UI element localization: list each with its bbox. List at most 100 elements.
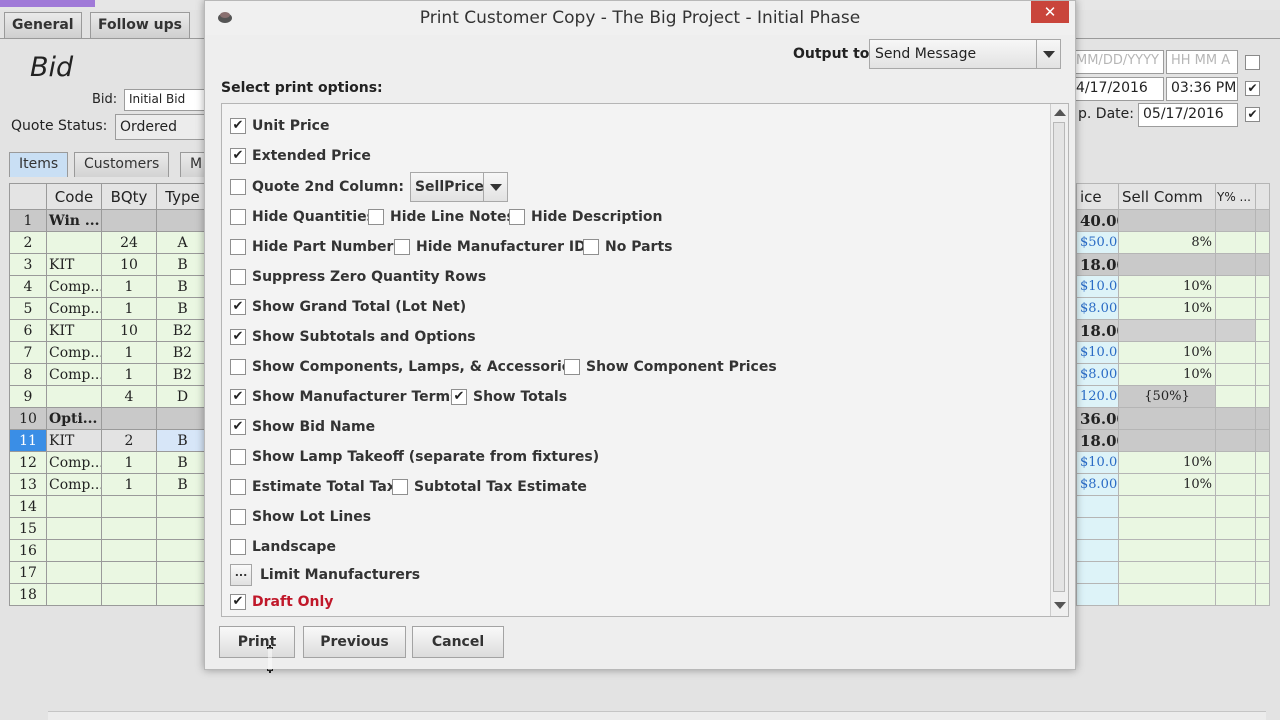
table-cell[interactable]: 24 <box>101 231 157 254</box>
table-cell[interactable] <box>1215 407 1256 430</box>
table-row[interactable]: 18.00 <box>1076 429 1270 452</box>
time-field[interactable]: HH MM A <box>1166 50 1238 74</box>
option-show-lot-lines[interactable]: Show Lot Lines <box>230 509 371 525</box>
table-cell[interactable]: KIT <box>46 253 102 276</box>
table-cell[interactable] <box>1255 253 1270 276</box>
option-show-components[interactable]: Show Components, Lamps, & Accessories <box>230 359 580 375</box>
table-cell[interactable] <box>1255 319 1270 342</box>
table-cell[interactable] <box>1076 561 1119 584</box>
table-cell[interactable] <box>1076 495 1119 518</box>
table-cell[interactable]: 10% <box>1118 297 1216 320</box>
unit-price-checkbox[interactable]: ✔ <box>230 118 246 134</box>
table-row[interactable]: $50.008% <box>1076 231 1270 254</box>
hide-line-notes-checkbox[interactable] <box>368 209 384 225</box>
table-row[interactable] <box>1076 495 1270 518</box>
table-cell[interactable]: B2 <box>156 341 209 364</box>
table-cell[interactable] <box>101 495 157 518</box>
table-cell[interactable] <box>1215 297 1256 320</box>
table-cell[interactable] <box>46 539 102 562</box>
close-button[interactable]: ✕ <box>1031 1 1069 23</box>
table-cell[interactable] <box>1255 407 1270 430</box>
table-cell[interactable]: Comp... <box>46 275 102 298</box>
table-cell[interactable] <box>1255 385 1270 408</box>
table-row[interactable] <box>1076 517 1270 540</box>
table-cell[interactable]: 18.00 <box>1076 253 1119 276</box>
table-cell[interactable] <box>46 583 102 606</box>
table-cell[interactable] <box>156 209 209 232</box>
table-row[interactable] <box>1076 583 1270 606</box>
chevron-down-icon[interactable] <box>1036 40 1060 68</box>
show-totals-checkbox[interactable]: ✔ <box>451 389 467 405</box>
cancel-button[interactable]: Cancel <box>412 626 504 658</box>
option-hide-manufacturer-ids[interactable]: Hide Manufacturer IDs <box>394 239 594 255</box>
table-cell[interactable] <box>1215 473 1256 496</box>
option-show-manufacturer-terms[interactable]: ✔ Show Manufacturer Terms <box>230 389 458 405</box>
option-no-parts[interactable]: No Parts <box>583 239 672 255</box>
table-cell[interactable]: B <box>156 297 209 320</box>
table-cell[interactable]: B <box>156 451 209 474</box>
table-cell[interactable] <box>1215 209 1256 232</box>
table-cell[interactable]: $10.00 <box>1076 275 1119 298</box>
table-cell[interactable] <box>156 517 209 540</box>
table-cell[interactable]: $8.00 <box>1076 473 1119 496</box>
grid-header-ypct[interactable]: Y% ... <box>1215 183 1256 210</box>
table-row[interactable]: 36.00 <box>1076 407 1270 430</box>
date-checkbox[interactable] <box>1245 55 1260 70</box>
table-row[interactable]: 17 <box>9 561 209 584</box>
table-cell[interactable]: $10.00 <box>1076 451 1119 474</box>
show-bid-name-checkbox[interactable]: ✔ <box>230 419 246 435</box>
table-cell[interactable] <box>101 209 157 232</box>
table-cell[interactable] <box>1215 253 1256 276</box>
print-button[interactable]: Print <box>219 626 295 658</box>
table-cell[interactable]: 10 <box>101 319 157 342</box>
table-cell[interactable] <box>1255 561 1270 584</box>
table-row[interactable]: $10.0010% <box>1076 341 1270 364</box>
table-row[interactable]: 16 <box>9 539 209 562</box>
table-cell[interactable]: D <box>156 385 209 408</box>
quote-2nd-column-select[interactable]: SellPrice <box>409 172 508 202</box>
table-row[interactable]: $8.00 10% <box>1076 297 1270 320</box>
table-row[interactable]: 7 Comp... 1 B2 <box>9 341 209 364</box>
extended-price-checkbox[interactable]: ✔ <box>230 148 246 164</box>
show-subtotals-checkbox[interactable]: ✔ <box>230 329 246 345</box>
table-cell[interactable]: B <box>156 275 209 298</box>
quote-2nd-column-checkbox[interactable] <box>230 179 246 195</box>
table-cell[interactable] <box>156 495 209 518</box>
table-row[interactable]: 3 KIT 10 B <box>9 253 209 276</box>
table-cell[interactable] <box>1215 539 1256 562</box>
exp-date-checkbox[interactable]: ✔ <box>1245 107 1260 122</box>
table-cell[interactable]: 4 <box>101 385 157 408</box>
tab-customers[interactable]: Customers <box>74 152 170 177</box>
tab-items[interactable]: Items <box>9 152 69 177</box>
hide-description-checkbox[interactable] <box>509 209 525 225</box>
option-show-totals[interactable]: ✔ Show Totals <box>451 389 567 405</box>
table-cell[interactable] <box>46 385 102 408</box>
option-estimate-total-tax[interactable]: Estimate Total Tax <box>230 479 396 495</box>
table-cell[interactable]: $8.00 <box>1076 363 1119 386</box>
table-row[interactable] <box>1076 539 1270 562</box>
grid-header-price[interactable]: ice <box>1076 183 1119 210</box>
table-row[interactable]: 18 <box>9 583 209 606</box>
table-cell[interactable] <box>1215 385 1256 408</box>
table-cell[interactable]: Opti... <box>46 407 102 430</box>
table-cell[interactable] <box>1118 517 1216 540</box>
table-cell[interactable] <box>101 517 157 540</box>
table-cell[interactable] <box>1215 583 1256 606</box>
option-unit-price[interactable]: ✔ Unit Price <box>230 118 329 134</box>
option-quote-2nd-column[interactable]: Quote 2nd Column: SellPrice <box>230 172 508 202</box>
table-cell[interactable]: B2 <box>156 319 209 342</box>
option-limit-manufacturers[interactable]: ... Limit Manufacturers <box>230 564 420 586</box>
table-row[interactable]: $10.0010% <box>1076 275 1270 298</box>
option-show-bid-name[interactable]: ✔ Show Bid Name <box>230 419 375 435</box>
table-cell[interactable] <box>1215 319 1256 342</box>
table-cell[interactable]: 10% <box>1118 451 1216 474</box>
table-cell[interactable] <box>1215 231 1256 254</box>
grid-header-code[interactable]: Code <box>46 183 102 210</box>
table-cell[interactable]: 10% <box>1118 275 1216 298</box>
table-cell[interactable]: KIT <box>46 319 102 342</box>
chevron-down-icon[interactable] <box>482 173 507 201</box>
date-field[interactable]: MM/DD/YYYY <box>1071 50 1164 74</box>
table-cell[interactable] <box>1255 539 1270 562</box>
table-row[interactable]: $8.00 10% <box>1076 363 1270 386</box>
table-cell[interactable] <box>1118 253 1216 276</box>
